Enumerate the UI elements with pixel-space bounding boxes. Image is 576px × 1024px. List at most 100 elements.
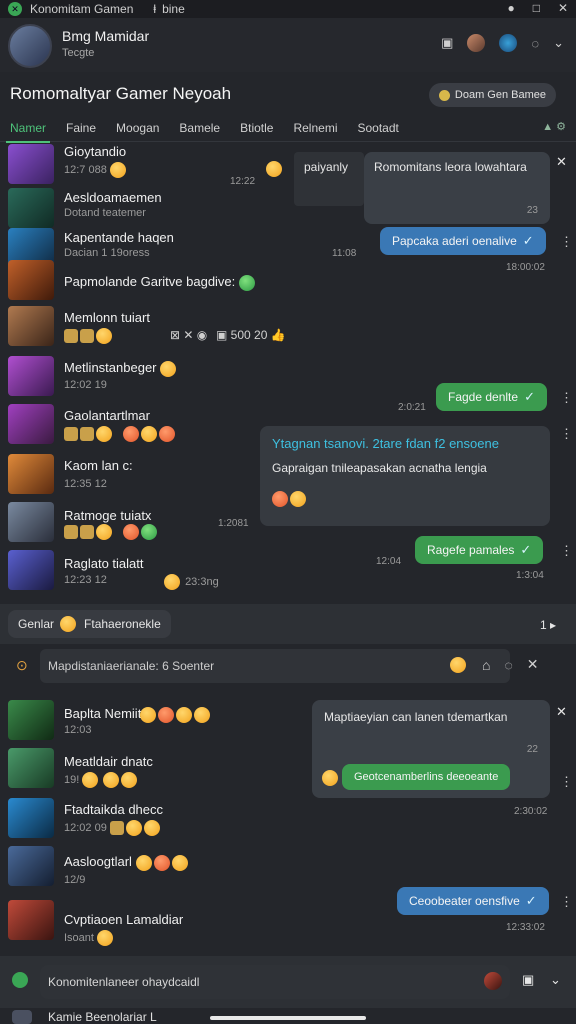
chat-action-button[interactable]: Doam Gen Bamee xyxy=(428,83,556,107)
list-item-sub: 12:02 09 xyxy=(64,820,162,836)
list-item-sub: Isoant xyxy=(64,930,115,946)
refresh-icon[interactable]: ◌ xyxy=(531,36,539,51)
message-bubble-preview: paiyanly xyxy=(294,152,364,206)
list-item-sub: 12:35 12 xyxy=(64,478,107,490)
list-item-name[interactable]: Gioytandio xyxy=(64,144,126,159)
chat-title: Romomaltyar Gamer Neyoah xyxy=(10,84,232,103)
chevron-down-icon[interactable]: ⌄ xyxy=(550,972,561,988)
more-icon[interactable]: ⋮ xyxy=(560,774,573,790)
globe-icon[interactable] xyxy=(499,34,518,52)
avatar-mini-icon[interactable] xyxy=(467,34,486,52)
close-icon[interactable]: ✕ xyxy=(556,704,567,720)
incoming-message-popup: Maptiaeyian can lanen tdemartkan 22 Geot… xyxy=(312,700,550,798)
row-avatar[interactable] xyxy=(8,502,54,542)
more-icon[interactable]: ⋮ xyxy=(560,234,573,250)
tab-6[interactable]: Sootadt xyxy=(347,114,408,142)
outgoing-message: Fagde denlte ✓ xyxy=(436,383,547,411)
tab-1[interactable]: Faine xyxy=(56,114,106,142)
list-item-name[interactable]: Meatldair dnatc xyxy=(64,754,153,769)
group-bar-more[interactable]: 1 ▸ xyxy=(540,618,556,632)
maximize-button[interactable]: □ xyxy=(533,1,540,15)
search-input[interactable]: Mapdistaniaerianale: 6 Soenter xyxy=(40,649,510,683)
read-check-icon: ✓ xyxy=(524,389,535,404)
home-indicator[interactable] xyxy=(210,1016,366,1020)
list-item-name[interactable]: Baplta Nemiit xyxy=(64,706,141,721)
list-item-name[interactable]: Metlinstanbeger xyxy=(64,360,178,377)
row-avatar[interactable] xyxy=(8,550,54,590)
contact-avatar[interactable] xyxy=(8,24,52,68)
tab-5[interactable]: Relnemi xyxy=(283,114,347,142)
more-icon[interactable]: ⋮ xyxy=(560,390,573,406)
list-item-name[interactable]: Gaolantartlmar xyxy=(64,408,150,423)
row-avatar[interactable] xyxy=(8,748,54,788)
tab-0[interactable]: Namer xyxy=(0,114,56,143)
message-time: 1:3:04 xyxy=(516,570,544,581)
row-avatar[interactable] xyxy=(8,260,54,300)
more-icon[interactable]: ⋮ xyxy=(560,894,573,910)
list-item-name[interactable]: Cvptiaoen Lamaldiar xyxy=(64,912,183,927)
app-title: Konomitam Gamen xyxy=(30,2,134,16)
incoming-message-popup: Romomitans leora lowahtara 23 xyxy=(364,152,550,224)
close-icon[interactable]: ✕ xyxy=(527,656,539,673)
row-avatar[interactable] xyxy=(8,144,54,184)
contact-name: Bmg Mamidar xyxy=(62,28,150,44)
footer-item-name[interactable]: Kamie Beenolariar L xyxy=(48,1010,157,1024)
row-avatar[interactable] xyxy=(8,798,54,838)
list-item-sub: 19! xyxy=(64,772,139,788)
message-input[interactable]: Konomitenlaneer ohaydcaidl xyxy=(40,965,510,999)
list-item-name[interactable]: Ratmoge tuiatx xyxy=(64,508,151,523)
row-avatar[interactable] xyxy=(12,1010,32,1024)
read-check-icon: ✓ xyxy=(520,542,532,557)
tab-bar: Namer Faine Moogan Bamele Btiotle Relnem… xyxy=(0,114,576,143)
window-icon[interactable]: ▣ xyxy=(441,35,453,51)
more-icon[interactable]: ⋮ xyxy=(560,543,573,559)
list-item-name[interactable]: Raglato tialatt xyxy=(64,556,144,571)
list-item-time: 1:2081 xyxy=(218,518,249,529)
row-avatar[interactable] xyxy=(8,900,54,940)
record-icon[interactable]: ● xyxy=(507,1,514,15)
read-check-icon: ✓ xyxy=(522,233,534,248)
signal-icon: ▲ ⚙ xyxy=(542,121,566,133)
row-avatar[interactable] xyxy=(8,700,54,740)
list-item-name[interactable]: Papmolande Garitve bagdive: xyxy=(64,274,257,291)
list-item-name[interactable]: Aesldoamaemen xyxy=(64,190,162,205)
avatar-mini-icon[interactable] xyxy=(484,972,502,990)
list-item-sub: Dacian 1 19oress xyxy=(64,247,150,259)
group-chip[interactable]: Genlar Ftahaeronekle xyxy=(8,610,171,638)
list-item-name[interactable]: Aasloogtlarl xyxy=(64,854,190,871)
item-counter: ▣ 500 20 👍 xyxy=(216,328,286,342)
row-avatar[interactable] xyxy=(8,306,54,346)
more-icon[interactable]: ⋮ xyxy=(560,426,573,442)
list-item-name[interactable]: Kaom lan c: xyxy=(64,458,133,473)
row-avatar[interactable] xyxy=(8,846,54,886)
window-icon[interactable]: ▣ xyxy=(522,972,534,988)
target-icon[interactable]: ⊙ xyxy=(16,657,28,674)
item-icons: ⊠ ✕ ◉ xyxy=(170,328,208,342)
window-tab-label[interactable]: bine xyxy=(162,2,185,16)
row-avatar[interactable] xyxy=(8,454,54,494)
list-item-name[interactable]: Memlonn tuiart xyxy=(64,310,150,325)
row-avatar[interactable] xyxy=(8,188,54,228)
list-item-sub: 12/9 xyxy=(64,874,86,886)
read-check-icon: ✓ xyxy=(525,893,537,908)
tab-2[interactable]: Moogan xyxy=(106,114,169,142)
chevron-down-icon[interactable]: ⌄ xyxy=(553,35,564,51)
list-item-sub: 12:23 12 xyxy=(64,574,107,586)
list-item-name[interactable]: Ftadtaikda dhecc xyxy=(64,802,163,817)
list-item-sub: Dotand teatemer xyxy=(64,207,146,219)
outgoing-message: Ceoobeater oensfive ✓ xyxy=(397,887,549,915)
list-item-time: 2:0:21 xyxy=(398,402,426,413)
refresh-icon[interactable]: ◌ xyxy=(504,657,512,673)
highlighted-message: Ytagnan tsanovi. 2tare fdan f2 ensoene G… xyxy=(260,426,550,526)
home-icon[interactable]: ⌂ xyxy=(482,657,490,673)
close-icon[interactable]: ✕ xyxy=(556,154,567,170)
row-avatar[interactable] xyxy=(8,404,54,444)
message-time: 2:30:02 xyxy=(514,806,548,817)
row-avatar[interactable] xyxy=(8,356,54,396)
close-window-button[interactable]: ✕ xyxy=(558,1,568,15)
emoji-icon[interactable] xyxy=(450,656,466,673)
add-icon[interactable] xyxy=(12,972,28,988)
tab-4[interactable]: Btiotle xyxy=(230,114,283,142)
tab-3[interactable]: Bamele xyxy=(169,114,230,142)
list-item-name[interactable]: Kapentande haqen xyxy=(64,230,174,245)
